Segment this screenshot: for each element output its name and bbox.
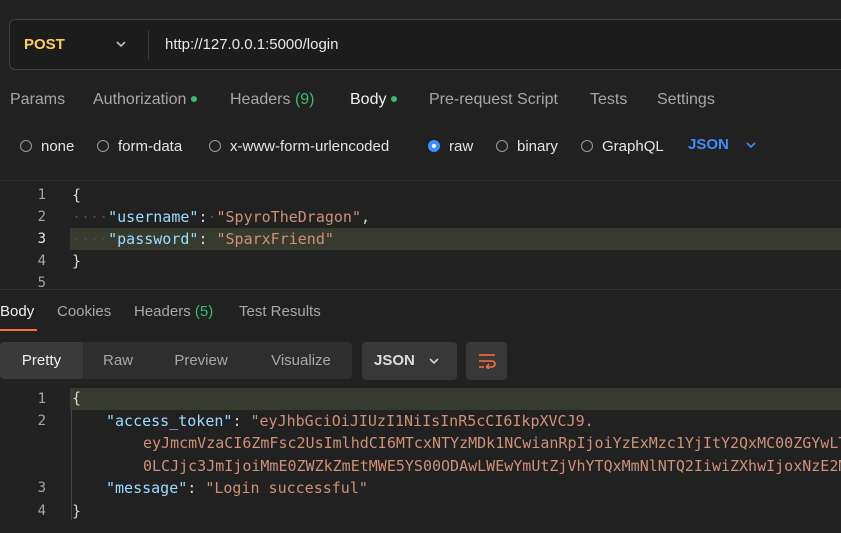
response-tab-headers-label: Headers [134,303,191,320]
code-line: } [72,502,82,520]
line-number: 1 [37,187,46,203]
response-tab-test-results[interactable]: Test Results [239,303,321,320]
chevron-down-icon[interactable] [745,139,757,151]
radio-form-data[interactable]: form-data [97,137,182,155]
pane-splitter[interactable] [0,289,841,290]
body-language-select[interactable]: JSON [688,136,729,153]
line-number: 1 [37,391,46,407]
line-number: 5 [37,275,46,289]
request-body-editor[interactable]: 1 2 3 4 5 { ····"username":·"SpyroTheDra… [0,180,841,289]
tab-authorization-label: Authorization [93,91,187,108]
line-number: 2 [37,209,46,225]
code-line: { [72,389,82,407]
radio-circle [581,140,593,152]
response-headers-count-badge: (5) [194,303,214,320]
json-key: "username" [108,208,199,226]
tab-authorization[interactable]: Authorization [93,91,198,109]
json-string: "SpyroTheDragon" [216,208,362,226]
code-line: } [72,252,82,270]
json-key: "access_token" [106,412,233,430]
response-tab-cookies[interactable]: Cookies [57,303,111,320]
json-key: "message" [106,479,188,497]
line-number: 3 [37,480,46,496]
json-string: "SparxFriend" [216,230,334,248]
code-line: ····"password": "SparxFriend" [72,230,334,248]
response-body-viewer[interactable]: 1 2 3 4 { "access_token": "eyJhbGciOiJIU… [0,386,841,533]
tab-headers[interactable]: Headers (9) [230,91,315,109]
request-url-bar: POST http://127.0.0.1:5000/login [9,19,841,70]
json-key: "password" [108,230,199,248]
indent-guide: · [207,208,217,226]
chevron-down-icon[interactable] [114,37,128,51]
radio-graphql-label: GraphQL [602,137,664,155]
tab-body[interactable]: Body [350,91,398,109]
http-method-select[interactable]: POST [24,36,65,53]
line-number: 4 [37,253,46,269]
radio-circle [496,140,508,152]
radio-circle [20,140,32,152]
code-line: { [72,186,82,204]
tab-params[interactable]: Params [10,91,65,109]
radio-urlencoded-label: x-www-form-urlencoded [230,137,390,155]
active-tab-indicator [0,329,37,331]
json-colon: : [232,412,242,430]
radio-circle [97,140,109,152]
json-string: "eyJhbGciOiJIUzI1NiIsInR5cCI6IkpXVCJ9. [250,412,594,430]
indent-guide: ···· [72,208,109,226]
code-line: "access_token": "eyJhbGciOiJIUzI1NiIsInR… [106,412,594,430]
code-line: ····"username":·"SpyroTheDragon", [72,208,370,226]
code-line: "message": "Login successful" [106,479,368,497]
url-divider [148,30,149,60]
tab-body-label: Body [350,91,387,108]
radio-urlencoded[interactable]: x-www-form-urlencoded [209,137,389,155]
view-pretty-button[interactable]: Pretty [0,342,83,379]
radio-none[interactable]: none [20,137,74,155]
tab-tests[interactable]: Tests [590,91,627,109]
response-format-label: JSON [374,352,415,369]
view-raw-button[interactable]: Raw [90,342,146,379]
radio-form-data-label: form-data [118,137,183,155]
indent-guide: ···· [72,230,109,248]
tab-headers-label: Headers [230,91,291,108]
text-wrap-icon [479,354,496,369]
active-line-highlight [70,388,841,410]
radio-circle [209,140,221,152]
line-number: 4 [37,503,46,519]
tab-pre-request-script[interactable]: Pre-request Script [429,91,558,109]
body-status-dot [391,95,398,102]
headers-count-badge: (9) [294,91,315,108]
authorization-status-dot [191,95,198,102]
line-number: 2 [37,413,46,429]
json-comma: , [361,208,371,226]
view-visualize-button[interactable]: Visualize [256,342,346,379]
line-number: 3 [37,231,46,247]
json-colon: : [187,479,197,497]
radio-raw-label: raw [449,137,474,155]
json-string-continued: 0LCJjc3JmIjoiMmE0ZWZkZmEtMWE5YS00ODAwLWE… [143,457,841,475]
json-string: "Login successful" [205,479,368,497]
tab-settings[interactable]: Settings [657,91,715,109]
radio-circle-selected [428,140,440,152]
response-tab-headers[interactable]: Headers (5) [134,303,213,320]
view-preview-button[interactable]: Preview [160,342,242,379]
radio-none-label: none [41,137,75,155]
json-string-continued: eyJmcmVzaCI6ZmFsc2UsImlhdCI6MTcxNTYzMDk1… [143,434,841,452]
chevron-down-icon [429,358,439,365]
radio-graphql[interactable]: GraphQL [581,137,664,155]
url-input[interactable]: http://127.0.0.1:5000/login [165,36,338,53]
response-tab-body[interactable]: Body [0,303,34,320]
radio-raw[interactable]: raw [428,137,473,155]
radio-binary[interactable]: binary [496,137,558,155]
json-colon: : [198,230,208,248]
radio-binary-label: binary [517,137,558,155]
